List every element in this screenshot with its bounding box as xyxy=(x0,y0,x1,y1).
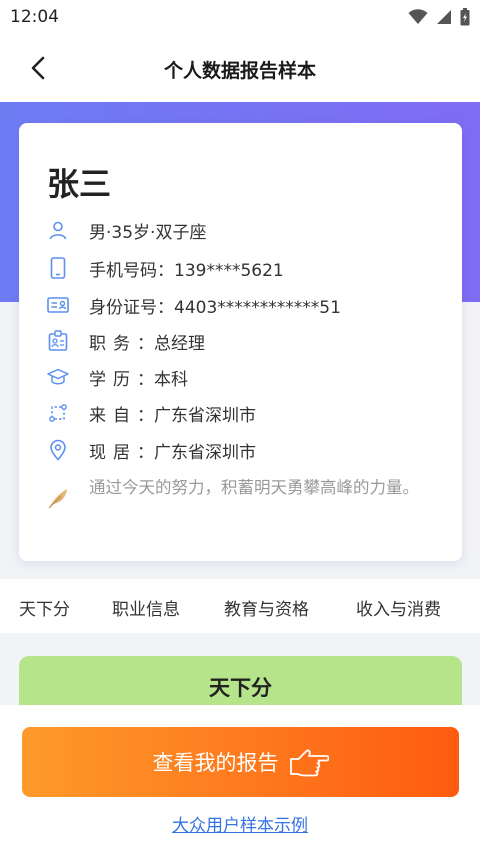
origin-label: 来自： xyxy=(89,405,154,426)
job-info: 职务：总经理 xyxy=(89,329,205,354)
nav-bar: 个人数据报告样本 xyxy=(0,34,480,102)
info-row-phone: 手机号码：139****5621 xyxy=(47,255,284,281)
user-icon xyxy=(47,219,69,241)
id-info: 身份证号：4403************51 xyxy=(89,293,341,318)
info-row-job: 职务：总经理 xyxy=(47,328,205,354)
origin-info: 来自：广东省深圳市 xyxy=(89,401,256,426)
job-label: 职务： xyxy=(89,333,154,354)
profile-name: 张三 xyxy=(47,165,112,203)
profile-card: 张三 男·35岁·双子座 手机号码：139****5621 身份证号：4403*… xyxy=(19,123,462,561)
public-sample-link[interactable]: 大众用户样本示例 xyxy=(0,811,480,836)
wifi-icon xyxy=(408,9,428,29)
tab-bar: 天下分 职业信息 教育与资格 收入与消费 xyxy=(0,579,480,633)
id-card-icon xyxy=(47,294,69,316)
status-icons xyxy=(408,8,470,30)
education-value: 本科 xyxy=(154,369,188,390)
residence-value: 广东省深圳市 xyxy=(154,442,256,463)
graduation-cap-icon xyxy=(47,366,69,388)
info-row-origin: 来自：广东省深圳市 xyxy=(47,400,256,426)
origin-value: 广东省深圳市 xyxy=(154,405,256,426)
view-my-report-label: 查看我的报告 xyxy=(152,751,279,775)
pointing-hand-icon xyxy=(289,747,329,777)
residence-label: 现居： xyxy=(89,442,154,463)
phone-label: 手机号码： xyxy=(89,260,174,281)
motto-text: 通过今天的努力，积蓄明天勇攀高峰的力量。 xyxy=(89,478,419,497)
tab-career-info[interactable]: 职业信息 xyxy=(112,595,180,620)
feather-icon xyxy=(47,487,69,509)
info-row-basic: 男·35岁·双子座 xyxy=(47,217,206,243)
motto: 通过今天的努力，积蓄明天勇攀高峰的力量。 xyxy=(47,477,437,509)
view-my-report-button[interactable]: 查看我的报告 xyxy=(22,727,459,797)
residence-info: 现居：广东省深圳市 xyxy=(89,438,256,463)
info-row-id: 身份证号：4403************51 xyxy=(47,292,341,318)
bottom-panel: 查看我的报告 大众用户样本示例 xyxy=(0,705,480,853)
info-row-education: 学历：本科 xyxy=(47,364,188,390)
tab-education-qualification[interactable]: 教育与资格 xyxy=(224,595,309,620)
status-bar: 12:04 xyxy=(0,0,480,34)
tab-tianxiafen[interactable]: 天下分 xyxy=(19,595,70,620)
education-info: 学历：本科 xyxy=(89,365,188,390)
section-title: 天下分 xyxy=(209,676,272,700)
phone-icon xyxy=(47,257,69,279)
page-title: 个人数据报告样本 xyxy=(163,60,316,82)
phone-info: 手机号码：139****5621 xyxy=(89,256,284,281)
job-value: 总经理 xyxy=(154,333,205,354)
education-label: 学历： xyxy=(89,369,154,390)
route-icon xyxy=(47,402,69,424)
location-pin-icon xyxy=(47,439,69,461)
tab-income-consumption[interactable]: 收入与消费 xyxy=(356,595,441,620)
status-time: 12:04 xyxy=(10,7,59,27)
phone-value: 139****5621 xyxy=(174,260,284,281)
badge-icon xyxy=(47,330,69,352)
signal-icon xyxy=(436,9,452,29)
id-value: 4403************51 xyxy=(174,297,341,318)
basic-info: 男·35岁·双子座 xyxy=(89,222,207,243)
battery-icon xyxy=(460,8,470,30)
info-row-residence: 现居：广东省深圳市 xyxy=(47,437,256,463)
id-label: 身份证号： xyxy=(89,297,174,318)
